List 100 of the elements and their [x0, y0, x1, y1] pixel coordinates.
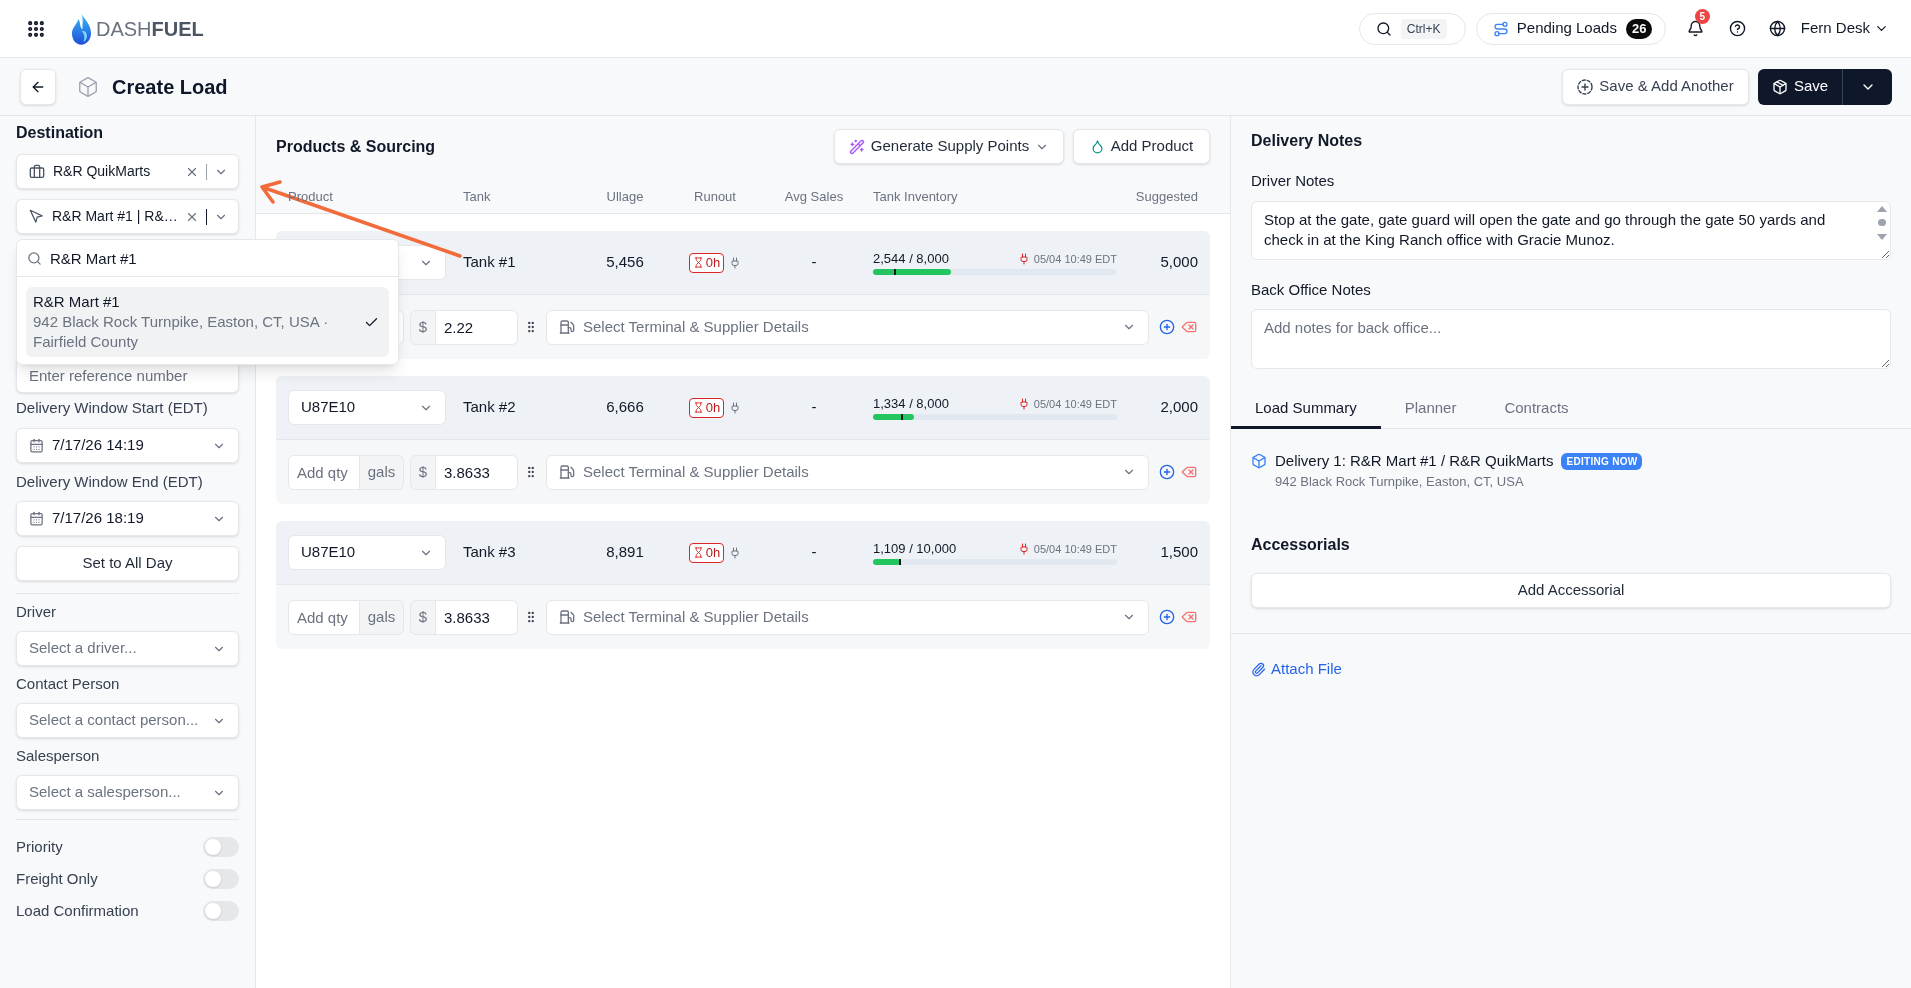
price-field[interactable]: 3.8633 [436, 599, 518, 635]
option-name: R&R Mart #1 [33, 292, 120, 312]
column-header: Suggested [1135, 187, 1198, 206]
user-menu[interactable]: Fern Desk [1800, 17, 1889, 40]
tab[interactable]: Load Summary [1231, 391, 1381, 429]
price-field[interactable]: 3.8633 [436, 454, 518, 490]
dropdown-select[interactable]: Select a salesperson... [16, 775, 239, 810]
field-label: Delivery Window Start (EDT) [16, 398, 208, 418]
fuel-pump-icon [559, 609, 575, 625]
quantity-field[interactable]: Add qty [288, 454, 360, 490]
ullage-value: 5,456 [606, 252, 644, 273]
save-options-button[interactable] [1843, 68, 1892, 105]
quantity-field[interactable]: Add qty [288, 599, 360, 635]
column-header: Tank Inventory [873, 187, 958, 206]
delivery-title: Delivery 1: R&R Mart #1 / R&R QuikMarts [1275, 451, 1554, 471]
field-label: Contact Person [16, 674, 120, 694]
suggested-value: 1,500 [1160, 542, 1198, 563]
back-office-notes-field[interactable]: Add notes for back office... [1251, 309, 1891, 369]
dropdown-option[interactable]: R&R Mart #1 942 Black Rock Turnpike, Easton, CT, USA · Fairfield County [26, 287, 389, 357]
column-header: Runout [694, 187, 736, 206]
save-button[interactable]: Save [1758, 68, 1843, 105]
cube-icon [1251, 453, 1267, 469]
notification-badge: 5 [1694, 9, 1710, 24]
globe-icon[interactable] [1768, 20, 1786, 37]
search-button[interactable]: Ctrl+K [1358, 12, 1466, 45]
product-select[interactable]: U87E10 [288, 535, 446, 570]
avg-sales-value: - [811, 542, 817, 563]
price-field[interactable]: 2.22 [436, 309, 518, 345]
add-product-button[interactable]: Add Product [1073, 129, 1210, 164]
tab[interactable]: Contracts [1480, 391, 1593, 429]
option-address: 942 Black Rock Turnpike, Easton, CT, USA · Fairfield County [33, 312, 330, 352]
terminal-select[interactable]: Select Terminal & Supplier Details [546, 599, 1149, 635]
toggle-switch[interactable] [203, 869, 239, 889]
terminal-select[interactable]: Select Terminal & Supplier Details [546, 309, 1149, 345]
column-header: Ullage [606, 187, 644, 206]
toggle-switch[interactable] [203, 837, 239, 857]
inventory-timestamp: 05/04 10:49 EDT [1033, 396, 1117, 411]
date-picker[interactable]: 7/17/26 18:19 [16, 501, 239, 536]
help-icon[interactable] [1728, 20, 1746, 37]
back-button[interactable] [20, 68, 56, 105]
scroll-arrows-icon [1877, 206, 1887, 240]
paperclip-icon [1251, 661, 1266, 677]
package-icon [1771, 78, 1788, 95]
currency-label: $ [410, 309, 436, 345]
toggle-switch[interactable] [203, 901, 239, 921]
remove-icon[interactable] [1181, 609, 1197, 625]
avg-sales-value: - [811, 397, 817, 418]
plug-icon [729, 401, 742, 414]
search-field[interactable]: R&R Mart #1 [50, 243, 388, 273]
attach-file-link[interactable]: Attach File [1251, 659, 1342, 679]
notifications-bell-icon[interactable] [1686, 20, 1704, 37]
site-select[interactable]: R&R Mart #1 | R&… [16, 199, 239, 234]
remove-icon[interactable] [1181, 319, 1197, 335]
inventory-reading: 2,544 / 8,000 [873, 250, 949, 267]
driver-notes-field[interactable]: Stop at the gate, gate guard will open the gate and go through the gate 50 yards and check in at the King Ranch office with Gracie Munoz. [1251, 201, 1891, 260]
fuel-pump-icon [559, 319, 575, 335]
runout-value: 0h [705, 254, 721, 271]
dropdown-select[interactable]: Select a contact person... [16, 703, 239, 738]
add-circle-icon[interactable] [1159, 464, 1175, 480]
runout-value: 0h [705, 399, 721, 416]
brand-logo-text: DASHFUEL [96, 16, 204, 42]
destination-title: Destination [16, 123, 104, 143]
set-all-day-button[interactable]: Set to All Day [16, 546, 239, 581]
delivery-notes-title: Delivery Notes [1251, 131, 1363, 151]
ullage-value: 8,891 [606, 542, 644, 563]
plug-icon [1017, 542, 1030, 555]
search-icon [27, 250, 42, 266]
date-picker[interactable]: 7/17/26 14:19 [16, 428, 239, 463]
generate-supply-points-button[interactable]: Generate Supply Points [834, 129, 1064, 164]
plug-icon [1017, 252, 1030, 265]
product-select[interactable]: U87E10 [288, 390, 446, 425]
toggle-label: Load Confirmation [16, 900, 139, 921]
magic-wand-icon [848, 138, 865, 155]
field-label: Back Office Notes [1251, 280, 1371, 300]
search-icon [1375, 20, 1392, 37]
dashed-plus-circle-icon [1577, 78, 1594, 95]
customer-select[interactable]: R&R QuikMarts [16, 154, 239, 189]
add-circle-icon[interactable] [1159, 609, 1175, 625]
currency-label: $ [410, 599, 436, 635]
add-circle-icon[interactable] [1159, 319, 1175, 335]
ullage-value: 6,666 [606, 397, 644, 418]
page-title: Create Load [112, 74, 228, 100]
route-icon [1492, 20, 1509, 37]
add-accessorial-button[interactable]: Add Accessorial [1251, 573, 1891, 608]
unit-label: gals [360, 599, 404, 635]
inventory-timestamp: 05/04 10:49 EDT [1033, 541, 1117, 556]
navigation-arrow-icon [29, 209, 44, 224]
save-and-add-button[interactable]: Save & Add Another [1562, 68, 1749, 105]
delivery-address: 942 Black Rock Turnpike, Easton, CT, USA [1275, 473, 1524, 491]
pending-loads-button[interactable]: Pending Loads 26 [1475, 12, 1666, 45]
tab[interactable]: Planner [1380, 391, 1481, 429]
avg-sales-value: - [811, 252, 817, 273]
dropdown-select[interactable]: Select a driver... [16, 631, 239, 666]
apps-menu-icon[interactable] [26, 18, 46, 39]
calendar-icon [29, 511, 44, 526]
terminal-select[interactable]: Select Terminal & Supplier Details [546, 454, 1149, 490]
remove-icon[interactable] [1181, 464, 1197, 480]
field-label: Driver Notes [1251, 171, 1335, 191]
briefcase-icon [29, 163, 45, 180]
inventory-timestamp: 05/04 10:49 EDT [1033, 251, 1117, 266]
